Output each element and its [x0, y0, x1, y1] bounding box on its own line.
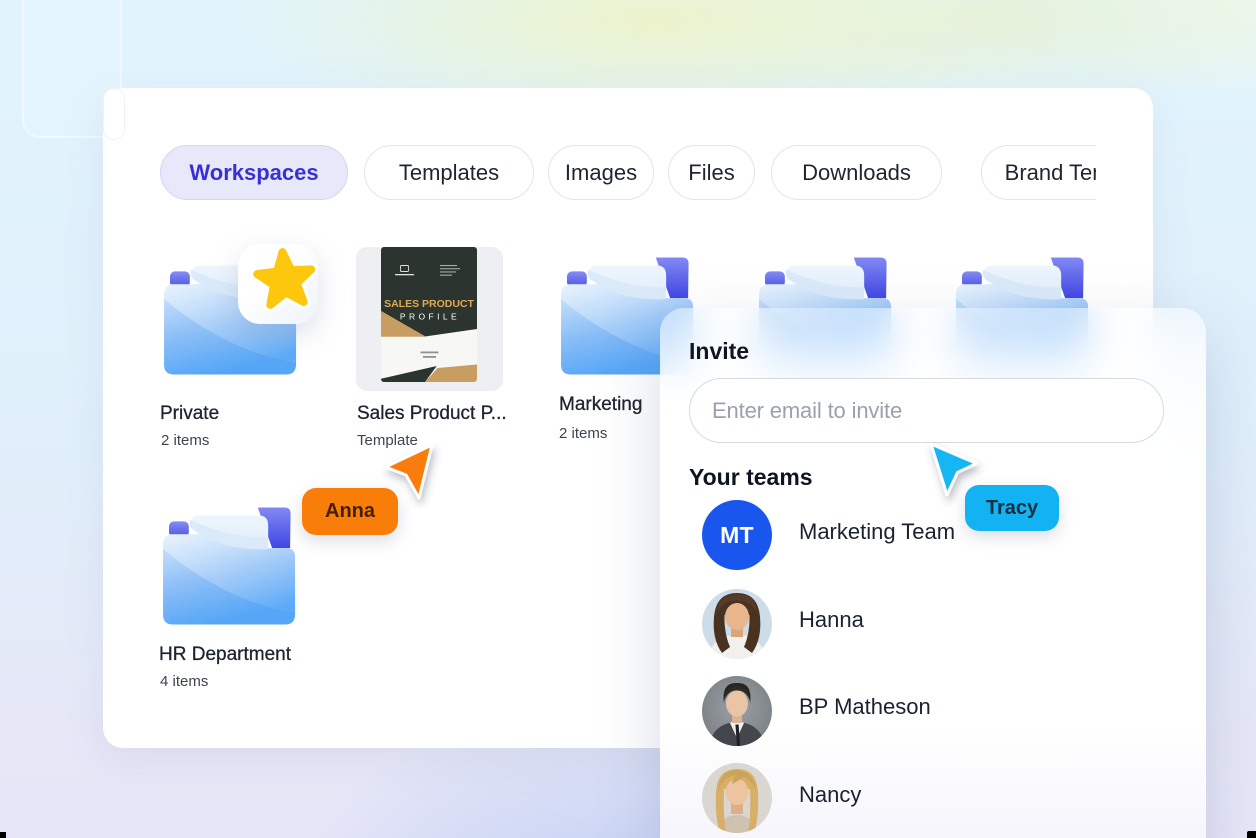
- svg-text:PROFILE: PROFILE: [400, 312, 460, 322]
- svg-text:SALES PRODUCT: SALES PRODUCT: [384, 298, 474, 310]
